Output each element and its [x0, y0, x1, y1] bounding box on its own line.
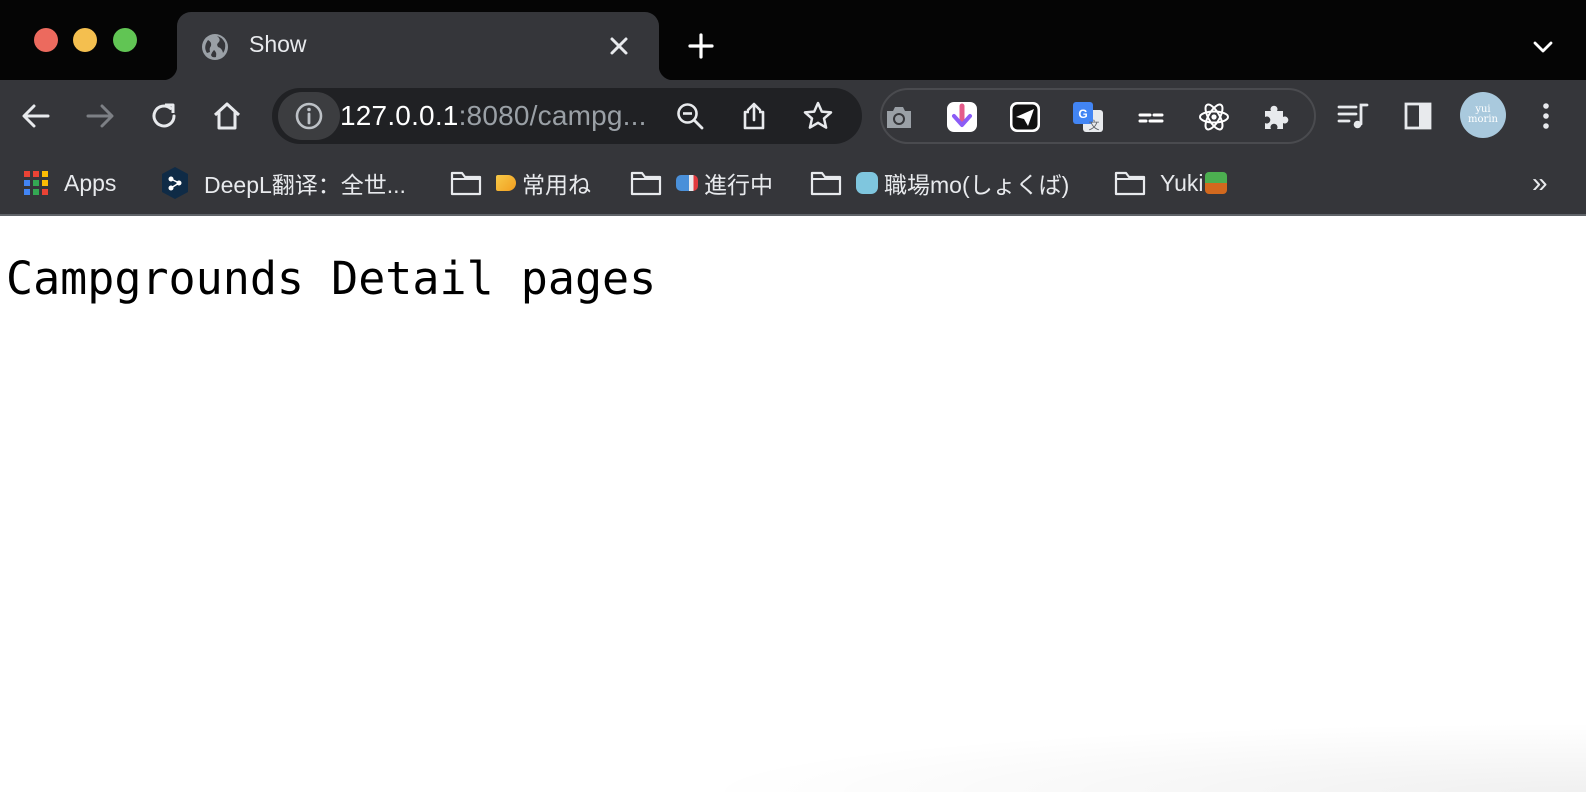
folder-icon	[450, 170, 482, 196]
reload-button[interactable]	[146, 98, 182, 134]
bookmark-apps[interactable]: Apps	[22, 164, 116, 202]
forward-button[interactable]	[82, 98, 118, 134]
avatar-text: yui morin	[1468, 104, 1498, 125]
zoom-button[interactable]	[674, 100, 706, 132]
globe-icon	[202, 34, 228, 60]
react-devtools-extension[interactable]	[1197, 100, 1231, 134]
new-tab-icon[interactable]	[686, 31, 716, 61]
react-atom-icon	[1199, 103, 1229, 131]
bookmark-folder-jouyou[interactable]: 常用ね	[450, 164, 591, 202]
bookmark-label: DeepL翻译：全世...	[204, 172, 406, 198]
star-icon	[803, 101, 833, 129]
back-button[interactable]	[18, 98, 54, 134]
active-tab[interactable]: Show	[163, 12, 673, 80]
share-icon	[743, 102, 765, 130]
site-info-button[interactable]	[278, 92, 340, 140]
url-host: 127.0.0.1	[340, 100, 459, 131]
page-title: Campgrounds Detail pages	[6, 252, 657, 305]
zoom-out-icon	[677, 103, 704, 130]
bookmark-label: Apps	[64, 169, 117, 196]
bookmark-star-button[interactable]	[802, 100, 834, 132]
info-icon	[295, 102, 323, 130]
bookmark-folder-shokuba[interactable]: 職場mo(しょくば)	[810, 164, 1069, 202]
download-arrow-icon	[947, 102, 977, 132]
svg-text:文: 文	[1089, 118, 1100, 132]
extensions-group: G 文	[880, 88, 1316, 144]
arrow-right-icon	[86, 104, 114, 128]
share-button[interactable]	[738, 100, 770, 132]
bookmark-label: 職場mo(しょくば)	[884, 172, 1070, 198]
puzzle-piece-icon	[1265, 105, 1289, 129]
playlist-music-icon	[1337, 103, 1369, 129]
folder-icon	[1114, 170, 1146, 196]
mailbox-icon	[676, 175, 698, 191]
home-icon	[213, 102, 241, 130]
potted-plant-icon	[1205, 172, 1228, 194]
screenshot-extension[interactable]	[882, 100, 916, 134]
bookmarks-bar: Apps DeepL翻译：全世... 常用ね 進行中 職場mo(しょくば) Yu…	[0, 152, 1586, 216]
download-extension[interactable]	[945, 100, 979, 134]
url-text[interactable]: 127.0.0.1:8080/campg...	[340, 100, 647, 132]
reload-icon	[152, 103, 176, 128]
apps-grid-icon	[22, 169, 50, 197]
extensions-menu-button[interactable]	[1260, 100, 1294, 134]
translate-icon: G 文	[1073, 102, 1103, 132]
corner-shadow	[686, 722, 1586, 792]
page-content: Campgrounds Detail pages	[0, 216, 1586, 792]
address-bar[interactable]: 127.0.0.1:8080/campg...	[272, 88, 862, 144]
send-extension[interactable]	[1008, 100, 1042, 134]
folder-icon	[810, 170, 842, 196]
kebab-menu-icon	[1543, 103, 1549, 129]
bookmark-folder-shinkouchuu[interactable]: 進行中	[630, 164, 773, 202]
bookmark-label: Yuki	[1160, 169, 1204, 196]
home-button[interactable]	[209, 98, 245, 134]
browser-menu-button[interactable]	[1528, 98, 1564, 134]
fullscreen-window-button[interactable]	[113, 28, 137, 52]
bookmark-deepl[interactable]: DeepL翻译：全世...	[160, 164, 406, 202]
bookmark-label: 進行中	[704, 172, 773, 198]
google-translate-extension[interactable]: G 文	[1071, 100, 1105, 134]
robot-icon	[856, 172, 878, 194]
paper-plane-icon	[1010, 102, 1040, 132]
dashes-icon	[1138, 113, 1164, 123]
svg-text:G: G	[1078, 107, 1087, 121]
url-path: :8080/campg...	[458, 100, 647, 131]
profile-avatar[interactable]: yui morin	[1460, 92, 1506, 138]
lines-extension[interactable]	[1134, 100, 1168, 134]
toolbar: 127.0.0.1:8080/campg... G 文 yui morin	[0, 80, 1586, 152]
folder-icon	[630, 170, 662, 196]
deepl-icon	[160, 166, 190, 200]
bookmark-label: 常用ね	[522, 172, 591, 198]
tab-strip: Show	[0, 0, 1586, 80]
more-bookmarks-button[interactable]: »	[1532, 164, 1548, 202]
arrow-left-icon	[22, 104, 50, 128]
chevron-down-icon[interactable]	[1530, 34, 1556, 60]
side-panel-icon	[1404, 102, 1432, 130]
bookmark-folder-yuki[interactable]: Yuki	[1114, 164, 1233, 202]
camera-icon	[887, 107, 911, 128]
minimize-window-button[interactable]	[73, 28, 97, 52]
close-window-button[interactable]	[34, 28, 58, 52]
side-panel-button[interactable]	[1400, 98, 1436, 134]
media-controls-button[interactable]	[1335, 98, 1371, 134]
megaphone-icon	[496, 175, 516, 191]
tab-title: Show	[249, 31, 307, 57]
close-tab-icon[interactable]	[604, 31, 634, 61]
